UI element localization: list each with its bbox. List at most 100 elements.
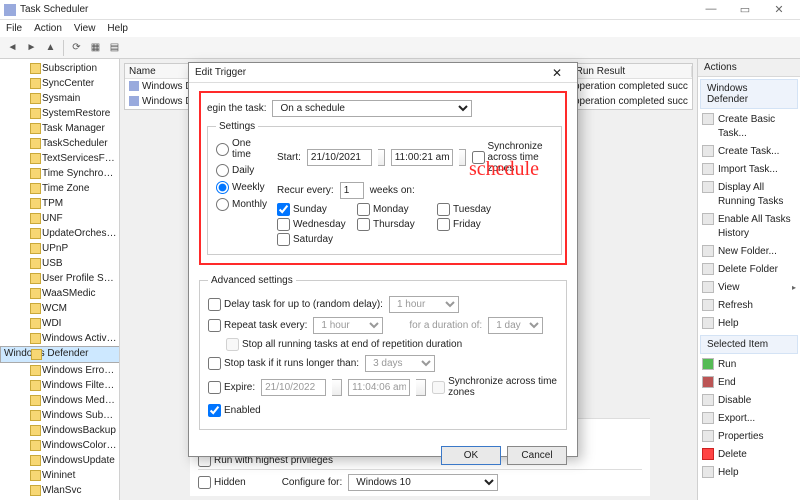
duration-select[interactable]: 1 day	[488, 317, 543, 334]
action-item[interactable]: Create Basic Task...	[698, 111, 800, 143]
recur-weeks-input[interactable]	[340, 182, 364, 199]
tree-item[interactable]: User Profile Service	[0, 271, 119, 286]
action-item[interactable]: Import Task...	[698, 161, 800, 179]
minimize-button[interactable]: —	[700, 3, 722, 16]
action-item[interactable]: View▸	[698, 279, 800, 297]
repeat-checkbox[interactable]: Repeat task every:	[208, 319, 307, 332]
cancel-button[interactable]: Cancel	[507, 446, 567, 465]
tree-item[interactable]: Windows Defender	[0, 346, 120, 363]
tree-item[interactable]: Windows Subsystem For Linux	[0, 408, 119, 423]
action-item[interactable]: Delete	[698, 446, 800, 464]
tree-item[interactable]: Windows Filtering Platform	[0, 378, 119, 393]
enabled-checkbox[interactable]: Enabled	[208, 404, 261, 417]
tree-item[interactable]: WlanSvc	[0, 483, 119, 498]
tree-item[interactable]: Windows Activation Technologies	[0, 331, 119, 346]
toolbar-icon[interactable]: ▤	[106, 39, 123, 56]
action-item[interactable]: Run	[698, 356, 800, 374]
menu-file[interactable]: File	[6, 23, 22, 34]
tree-view[interactable]: SubscriptionSyncCenterSysmainSystemResto…	[0, 59, 120, 500]
tree-item[interactable]: UpdateOrchestrator	[0, 226, 119, 241]
hidden-checkbox[interactable]: Hidden	[198, 476, 246, 489]
duration-label: for a duration of:	[409, 320, 482, 331]
tree-item[interactable]: USB	[0, 256, 119, 271]
tree-item[interactable]: WindowsUpdate	[0, 453, 119, 468]
day-saturday[interactable]: Saturday	[277, 233, 349, 246]
tree-item[interactable]: TextServicesFramework	[0, 151, 119, 166]
tree-item[interactable]: Subscription	[0, 61, 119, 76]
day-wednesday[interactable]: Wednesday	[277, 218, 349, 231]
dialog-close-button[interactable]: ✕	[543, 66, 571, 80]
tree-item[interactable]: Time Zone	[0, 181, 119, 196]
day-friday[interactable]: Friday	[437, 218, 509, 231]
ok-button[interactable]: OK	[441, 446, 501, 465]
menu-view[interactable]: View	[74, 23, 96, 34]
date-spinner[interactable]	[378, 149, 385, 166]
action-item[interactable]: Enable All Tasks History	[698, 211, 800, 243]
toolbar-icon[interactable]: ▦	[87, 39, 104, 56]
tree-item[interactable]: TPM	[0, 196, 119, 211]
expire-checkbox[interactable]: Expire:	[208, 381, 255, 394]
tree-item[interactable]: TaskScheduler	[0, 136, 119, 151]
settings-legend: Settings	[216, 121, 258, 132]
action-item[interactable]: Properties	[698, 428, 800, 446]
action-item[interactable]: Help	[698, 464, 800, 482]
repeat-select[interactable]: 1 hour	[313, 317, 383, 334]
start-date-input[interactable]	[307, 149, 372, 166]
tree-item[interactable]: Windows Error Reporting	[0, 363, 119, 378]
day-tuesday[interactable]: Tuesday	[437, 203, 509, 216]
tree-item[interactable]: WDI	[0, 316, 119, 331]
action-item[interactable]: Create Task...	[698, 143, 800, 161]
forward-button[interactable]: ►	[23, 39, 40, 56]
freq-one-time[interactable]: One time	[216, 138, 267, 160]
action-item[interactable]: Refresh	[698, 297, 800, 315]
tree-item[interactable]: SystemRestore	[0, 106, 119, 121]
schedule-highlight-box: egin the task: On a schedule Settings On…	[199, 91, 567, 265]
time-spinner[interactable]	[459, 149, 466, 166]
delay-select[interactable]: 1 hour	[389, 296, 459, 313]
action-item[interactable]: End	[698, 374, 800, 392]
tree-item[interactable]: WaaSMedic	[0, 286, 119, 301]
expire-time-input[interactable]	[348, 379, 410, 396]
up-button[interactable]: ▲	[42, 39, 59, 56]
expire-date-input[interactable]	[261, 379, 326, 396]
refresh-icon[interactable]: ⟳	[68, 39, 85, 56]
freq-monthly[interactable]: Monthly	[216, 198, 267, 211]
back-button[interactable]: ◄	[4, 39, 21, 56]
delay-checkbox[interactable]: Delay task for up to (random delay):	[208, 298, 383, 311]
day-monday[interactable]: Monday	[357, 203, 429, 216]
begin-task-select[interactable]: On a schedule	[272, 100, 472, 117]
stop-long-checkbox[interactable]: Stop task if it runs longer than:	[208, 357, 359, 370]
tree-item[interactable]: Windows Media Sharing	[0, 393, 119, 408]
tree-item[interactable]: WindowsBackup	[0, 423, 119, 438]
tree-item[interactable]: Sysmain	[0, 91, 119, 106]
expire-sync-checkbox[interactable]: Synchronize across time zones	[432, 376, 558, 398]
tree-item[interactable]: WindowsColorSystem	[0, 438, 119, 453]
tree-item[interactable]: Wininet	[0, 468, 119, 483]
tree-item[interactable]: Time Synchronization	[0, 166, 119, 181]
action-item[interactable]: Help	[698, 315, 800, 333]
tree-item[interactable]: WCM	[0, 301, 119, 316]
action-item[interactable]: Disable	[698, 392, 800, 410]
expire-time-spinner[interactable]	[416, 379, 426, 396]
action-item[interactable]: New Folder...	[698, 243, 800, 261]
day-thursday[interactable]: Thursday	[357, 218, 429, 231]
close-button[interactable]: ✕	[768, 3, 790, 16]
action-item[interactable]: Delete Folder	[698, 261, 800, 279]
tree-item[interactable]: UNF	[0, 211, 119, 226]
expire-date-spinner[interactable]	[332, 379, 342, 396]
stop-long-select[interactable]: 3 days	[365, 355, 435, 372]
start-time-input[interactable]	[391, 149, 453, 166]
freq-daily[interactable]: Daily	[216, 164, 267, 177]
action-item[interactable]: Display All Running Tasks	[698, 179, 800, 211]
tree-item[interactable]: UPnP	[0, 241, 119, 256]
maximize-button[interactable]: ▭	[734, 3, 756, 16]
stop-all-checkbox[interactable]: Stop all running tasks at end of repetit…	[226, 338, 462, 351]
menu-action[interactable]: Action	[34, 23, 62, 34]
day-sunday[interactable]: Sunday	[277, 203, 349, 216]
freq-weekly[interactable]: Weekly	[216, 181, 267, 194]
action-item[interactable]: Export...	[698, 410, 800, 428]
configure-for-select[interactable]: Windows 10	[348, 474, 498, 491]
tree-item[interactable]: Task Manager	[0, 121, 119, 136]
tree-item[interactable]: SyncCenter	[0, 76, 119, 91]
menu-help[interactable]: Help	[107, 23, 128, 34]
